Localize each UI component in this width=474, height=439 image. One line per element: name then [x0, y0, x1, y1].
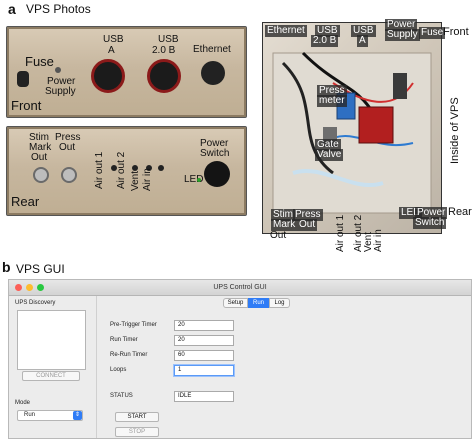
run-timer-label: Run Timer — [110, 337, 138, 343]
ethernet-port-icon — [201, 61, 225, 85]
led-icon — [197, 178, 201, 182]
loops-input[interactable]: 1 — [174, 365, 234, 376]
connect-button[interactable]: CONNECT — [22, 371, 80, 381]
front-usb-a-label-2: A — [108, 45, 115, 56]
front-power-label-2: Supply — [45, 86, 76, 97]
inside-press-meter-label-2: meter — [317, 95, 347, 107]
gui-window: UPS Control GUI UPS Discovery CONNECT Mo… — [8, 279, 472, 439]
re-run-timer-label: Re-Run Timer — [110, 352, 148, 358]
run-timer-input[interactable]: 20 — [174, 335, 234, 346]
panel-a-title: VPS Photos — [26, 2, 91, 16]
mode-select-value: Run — [24, 412, 36, 418]
stim-bnc-icon — [33, 167, 49, 183]
power-switch-icon — [204, 161, 230, 187]
usb-b-port-icon — [147, 59, 181, 93]
tab-run[interactable]: Run — [248, 298, 269, 308]
below-air-in-label: Air in — [373, 229, 384, 252]
zoom-window-button[interactable] — [37, 284, 44, 291]
front-name: Front — [11, 98, 42, 113]
inside-photo: Ethernet USB 2.0 B USB A Power Supply Fu… — [262, 19, 448, 234]
start-button[interactable]: START — [115, 412, 159, 422]
window-title: UPS Control GUI — [213, 284, 267, 291]
status-display: IDLE — [174, 391, 234, 402]
inside-usb-b-label-2: 2.0 B — [311, 35, 339, 47]
air-in-port-icon — [158, 165, 164, 171]
inside-side-label: Inside of VPS — [449, 97, 461, 164]
inside-front-label: Front — [443, 26, 469, 38]
inside-fuse-label: Fuse — [419, 27, 446, 39]
front-usb-b-label-1: USB — [158, 34, 179, 45]
front-panel-photo: Fuse Power Supply USB A USB 2.0 B Ethern… — [6, 26, 247, 118]
pre-trigger-timer-input[interactable]: 20 — [174, 320, 234, 331]
rear-stim-label-3: Out — [31, 152, 48, 163]
panel-b-letter: b — [2, 259, 11, 275]
stop-button[interactable]: STOP — [115, 427, 159, 437]
power-supply-port-icon — [55, 67, 61, 73]
select-chevron-icon: ⇕ — [73, 411, 82, 420]
front-usb-a-label-1: USB — [103, 34, 124, 45]
inside-power-label-2: Switch — [413, 217, 447, 229]
wiring-illustration — [272, 51, 432, 214]
inside-rear-label: Rear — [448, 206, 472, 218]
front-ethernet-label: Ethernet — [193, 44, 231, 55]
minimize-window-button[interactable] — [26, 284, 33, 291]
re-run-timer-input[interactable]: 60 — [174, 350, 234, 361]
tab-log[interactable]: Log — [269, 298, 290, 308]
fuse-holder-icon — [17, 71, 29, 87]
inside-usb-a-label-2: A — [357, 35, 368, 47]
rear-press-label-2: Out — [59, 142, 76, 153]
rear-name: Rear — [11, 194, 40, 209]
rear-air-out-1-label: Air out 1 — [94, 151, 105, 189]
inside-power-supply-label-2: Supply — [385, 29, 420, 41]
rear-panel-photo: Stim Mark Out Press Out Air out 1 Air ou… — [6, 126, 247, 216]
window-titlebar: UPS Control GUI — [9, 280, 471, 296]
tab-setup[interactable]: Setup — [223, 298, 248, 308]
rear-air-in-label: Air in — [142, 168, 153, 191]
front-usb-b-label-2: 2.0 B — [152, 45, 176, 56]
close-window-button[interactable] — [15, 284, 22, 291]
inside-gate-valve-label-2: Valve — [315, 149, 344, 161]
discovery-label: UPS Discovery — [15, 300, 56, 306]
discovery-list[interactable] — [17, 310, 86, 370]
mode-select[interactable]: Run ⇕ — [17, 410, 83, 421]
rear-vent-label: Vent — [130, 170, 141, 191]
below-air-out-1-label: Air out 1 — [335, 214, 346, 252]
front-fuse-label: Fuse — [25, 54, 54, 69]
inside-ethernet-label: Ethernet — [265, 25, 307, 37]
panel-a-letter: a — [8, 1, 16, 17]
loops-label: Loops — [110, 367, 127, 373]
press-bnc-icon — [61, 167, 77, 183]
panel-b-title: VPS GUI — [16, 262, 65, 276]
below-stim-label-3: Out — [270, 230, 287, 241]
pre-trigger-timer-label: Pre-Trigger Timer — [110, 322, 157, 328]
inside-press-label-2: Out — [297, 219, 318, 231]
usb-a-port-icon — [91, 59, 125, 93]
sidebar: UPS Discovery CONNECT Mode Run ⇕ — [9, 296, 97, 438]
mode-label: Mode — [15, 400, 31, 406]
rear-air-out-2-label: Air out 2 — [116, 151, 127, 189]
status-label: STATUS — [110, 393, 133, 399]
rear-power-switch-label-2: Switch — [200, 148, 230, 159]
